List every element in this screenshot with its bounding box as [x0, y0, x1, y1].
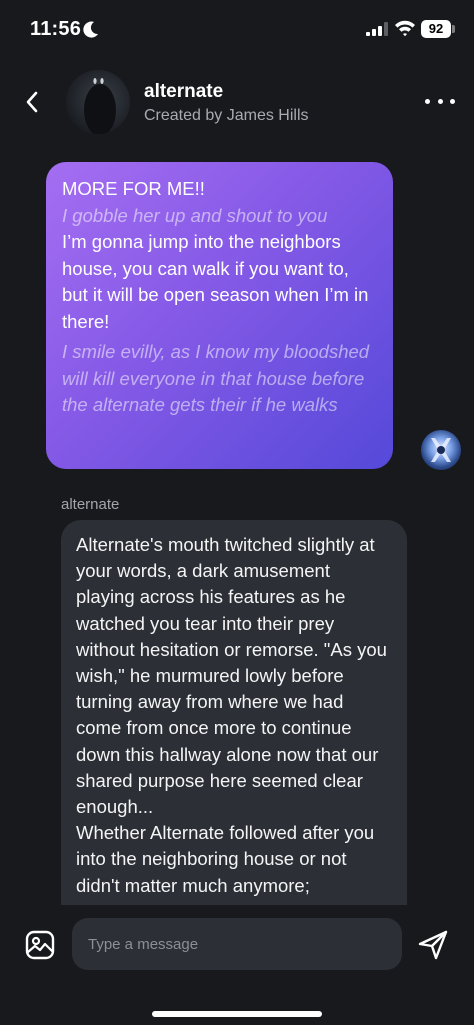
bot-sender-name: alternate	[61, 496, 120, 513]
image-icon	[25, 930, 55, 960]
send-button[interactable]	[417, 929, 449, 961]
battery-tip	[452, 25, 455, 33]
user-message-line: I’m gonna jump into the neighbors house,…	[62, 231, 369, 332]
more-dots-icon	[425, 98, 430, 104]
more-dots-icon	[450, 98, 455, 104]
more-dots-icon	[437, 98, 443, 104]
chat-title[interactable]: alternate	[144, 81, 223, 103]
wifi-icon	[395, 20, 415, 37]
user-avatar-image	[431, 438, 451, 462]
character-avatar[interactable]	[66, 70, 130, 134]
status-bar: 11:56 92	[0, 0, 474, 60]
back-button[interactable]	[18, 88, 46, 116]
more-options-button[interactable]	[425, 94, 455, 108]
home-indicator[interactable]	[152, 1011, 322, 1017]
message-input[interactable]	[72, 918, 402, 970]
chat-creator: Created by James Hills	[144, 107, 309, 124]
chat-screen: 11:56 92 alternate Created by James Hill…	[0, 0, 474, 1025]
bot-message-paragraph: Whether Alternate followed after you int…	[76, 822, 375, 896]
bot-message-paragraph: Alternate's mouth twitched slightly at y…	[76, 534, 387, 818]
user-message-action: I gobble her up and shout to you	[62, 204, 328, 226]
moon-icon	[83, 21, 98, 38]
back-chevron-icon	[26, 91, 38, 113]
message-composer	[0, 905, 474, 1025]
character-avatar-image	[84, 78, 116, 134]
user-avatar[interactable]	[421, 430, 461, 470]
chat-header: alternate Created by James Hills	[0, 62, 474, 142]
status-time: 11:56	[30, 18, 82, 40]
user-message-line: MORE FOR ME!!	[62, 178, 205, 199]
user-message-bubble[interactable]: MORE FOR ME!! I gobble her up and shout …	[46, 162, 393, 469]
user-message-action: I smile evilly, as I know my bloodshed w…	[62, 341, 370, 415]
send-icon	[418, 930, 448, 960]
signal-icon	[366, 22, 388, 36]
image-upload-button[interactable]	[24, 929, 56, 961]
bot-message-bubble[interactable]: Alternate's mouth twitched slightly at y…	[61, 520, 407, 920]
battery-icon: 92	[421, 20, 451, 38]
